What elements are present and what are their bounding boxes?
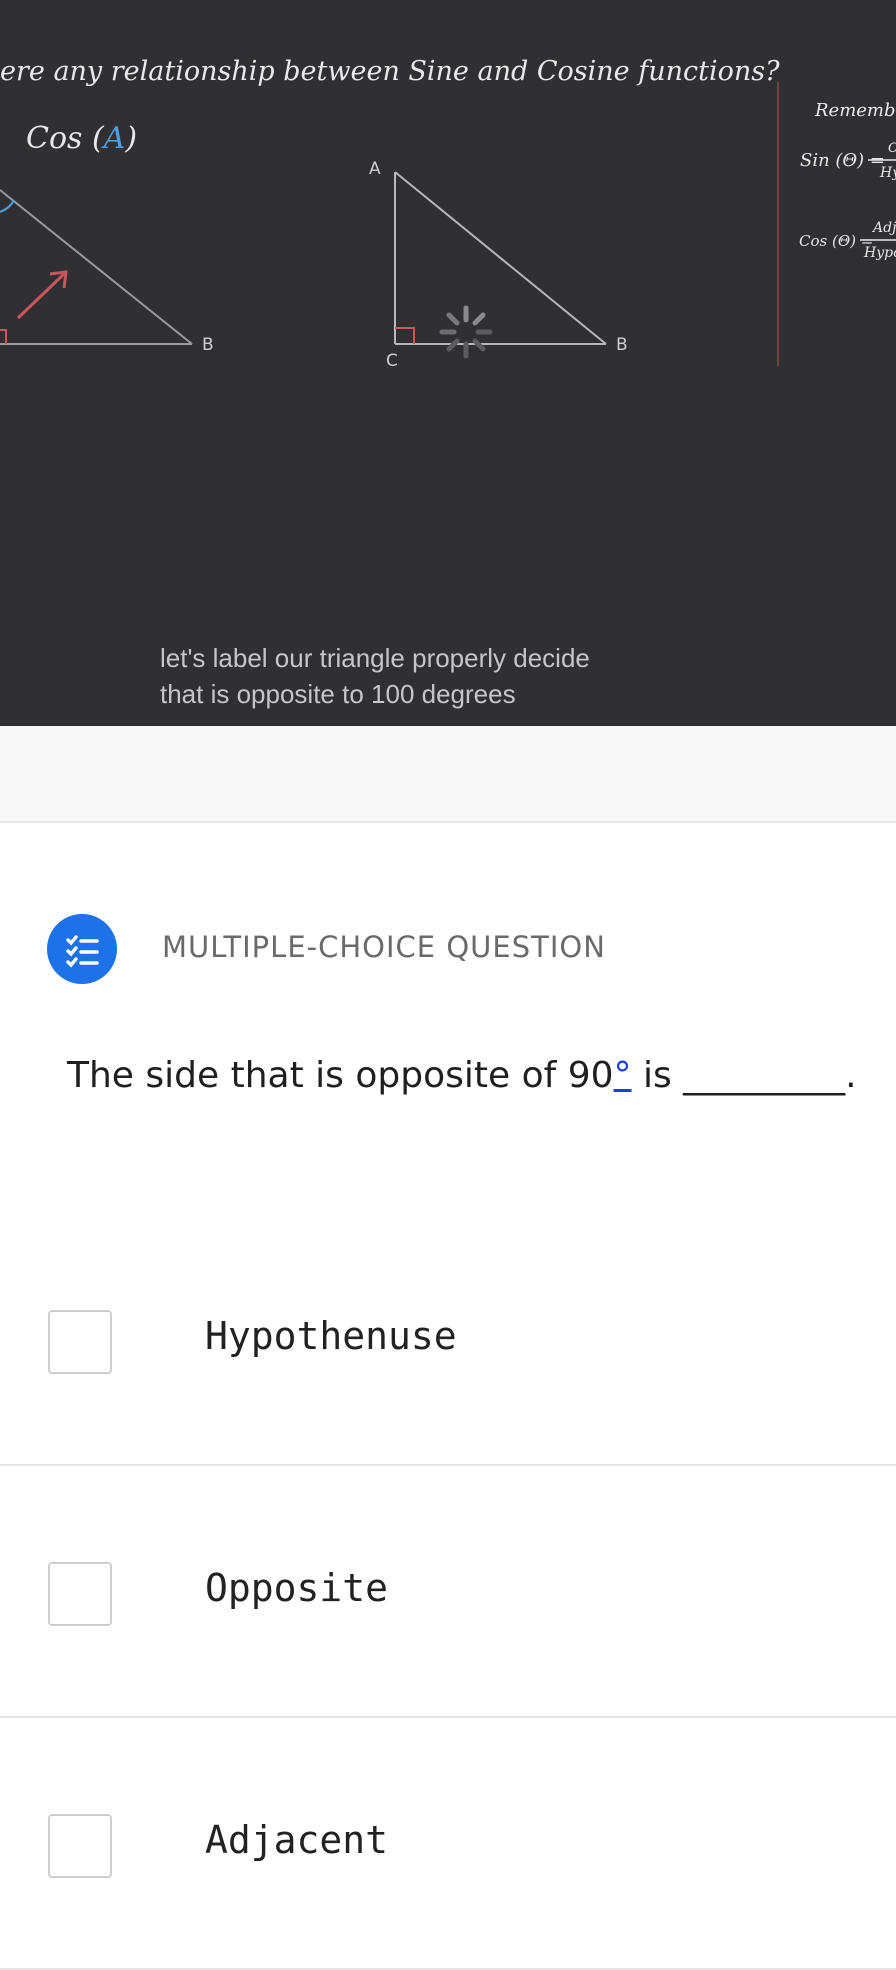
left-right-angle-mark: [0, 329, 7, 344]
left-triangle: [0, 189, 193, 345]
section-separator: [0, 726, 896, 823]
vertex-b: B: [616, 335, 628, 355]
angle-arc: [0, 199, 15, 213]
remember-label: Remember: [814, 100, 896, 121]
whiteboard-drawing: ere any relationship between Sine and Co…: [0, 56, 896, 371]
left-vertex-b: B: [202, 335, 214, 355]
choice-label: Adjacent: [205, 1818, 389, 1862]
lesson-video[interactable]: ere any relationship between Sine and Co…: [0, 0, 896, 726]
red-arrow: [16, 270, 68, 320]
choice-checkbox[interactable]: [48, 1562, 112, 1626]
sin-frac-num: O: [888, 141, 896, 156]
choice-adjacent[interactable]: Adjacent: [0, 1718, 896, 1970]
right-angle-mark: [395, 327, 415, 344]
choice-checkbox[interactable]: [48, 1814, 112, 1878]
choice-opposite[interactable]: Opposite: [0, 1466, 896, 1718]
sin-frac-den: Hy: [879, 165, 896, 181]
choice-label: Opposite: [205, 1566, 389, 1610]
loading-spinner-icon: [439, 305, 493, 359]
checklist-icon: [47, 914, 117, 984]
cos-frac-num: Adj: [871, 220, 896, 236]
video-subtitle: let's label our triangle properly decide…: [160, 640, 680, 712]
choice-label: Hypothenuse: [205, 1314, 457, 1358]
vertex-c: C: [386, 351, 398, 371]
cos-frac-den: Hypo: [863, 245, 896, 261]
cos-a-formula: Cos (A): [26, 121, 137, 156]
subtitle-line-2: that is opposite to 100 degrees: [160, 679, 516, 709]
right-triangle: [394, 171, 607, 345]
subtitle-line-1: let's label our triangle properly decide: [160, 643, 590, 673]
choice-checkbox[interactable]: [48, 1310, 112, 1374]
question-type-label: MULTIPLE-CHOICE QUESTION: [162, 930, 606, 964]
cos-formula: Cos (Θ) =: [799, 232, 873, 250]
question-text: The side that is opposite of 90° is ____…: [67, 1055, 857, 1096]
board-title: ere any relationship between Sine and Co…: [0, 56, 780, 87]
choice-hypothenuse[interactable]: Hypothenuse: [0, 1214, 896, 1466]
vertex-a: A: [369, 159, 381, 179]
degree-link[interactable]: °: [614, 1055, 632, 1096]
